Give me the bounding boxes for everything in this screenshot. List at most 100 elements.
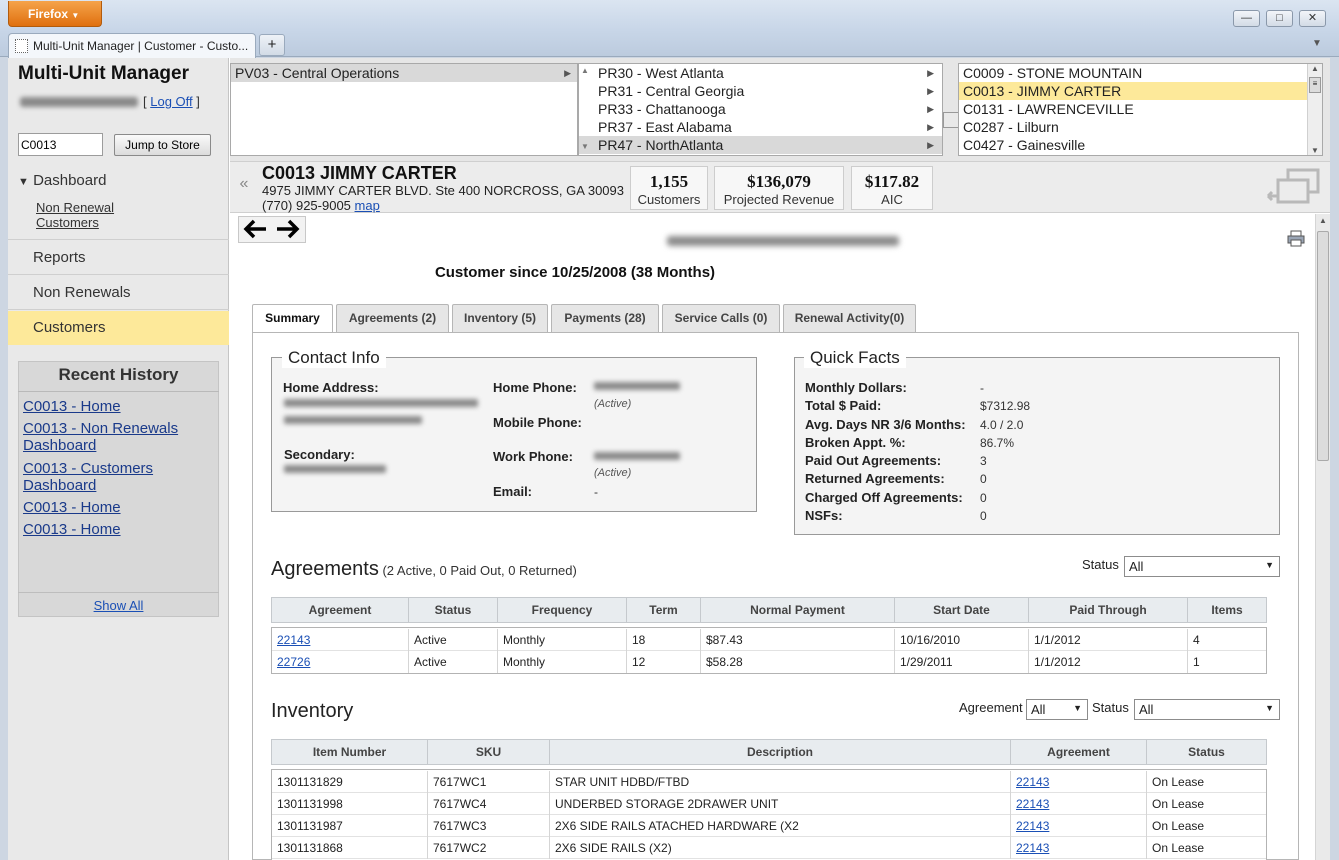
tab-renewal-activity[interactable]: Renewal Activity(0) [783,304,916,332]
nav-customers[interactable]: Customers [8,311,229,345]
maximize-button[interactable]: □ [1266,10,1293,27]
scrollbar-thumb[interactable] [943,112,959,128]
scroll-up-icon[interactable]: ▲ [1308,64,1322,73]
tab-summary[interactable]: Summary [252,304,333,334]
history-link[interactable]: C0013 - Non Renewals Dashboard [23,420,193,454]
district-list[interactable]: PR30 - West Atlanta ▶ PR31 - Central Geor… [578,63,943,156]
district-item[interactable]: PR31 - Central Georgia ▶ [579,82,942,100]
nav-sub-non-renewal-customers[interactable]: Non Renewal Customers [36,200,114,230]
agreement-cell[interactable]: 22726 [272,651,409,673]
fact-value: 4.0 / 2.0 [980,418,1024,432]
fact-value: $7312.98 [980,399,1031,413]
agreements-table-header: Agreement Status Frequency Term Normal P… [271,597,1267,623]
scrollbar-thumb[interactable]: ≡ [1309,77,1321,93]
agreement-cell[interactable]: 22143 [1011,815,1147,837]
fact-label: Paid Out Agreements: [805,453,942,468]
scrollbar-thumb[interactable] [1317,231,1329,461]
district-item[interactable]: PR47 - NorthAtlanta ▶ [579,136,942,154]
inventory-status-select[interactable]: All ▼ [1134,699,1280,720]
store-switch-icon[interactable] [1266,166,1322,210]
mobile-phone-label: Mobile Phone: [493,415,582,430]
tab-payments[interactable]: Payments (28) [551,304,659,332]
history-link[interactable]: C0013 - Home [23,521,213,538]
show-all-link[interactable]: Show All [94,598,144,613]
customer-since: Customer since 10/25/2008 (38 Months) [434,264,716,281]
fact-label: Charged Off Agreements: [805,490,963,505]
district-item[interactable]: PR30 - West Atlanta ▶ [579,64,942,82]
table-cell: Monthly [498,651,627,673]
column-header[interactable]: Item Number [272,740,428,764]
store-item[interactable]: C0427 - Gainesville [959,136,1322,154]
stat-projected-revenue: $136,079 Projected Revenue [714,166,844,210]
history-link[interactable]: C0013 - Home [23,398,213,415]
agreement-cell[interactable]: 22143 [1011,793,1147,815]
home-phone-redacted [594,382,680,390]
home-address-label: Home Address: [283,380,379,395]
column-header[interactable]: SKU [428,740,550,764]
map-link[interactable]: map [355,198,380,213]
column-header[interactable]: Status [409,598,498,622]
tab-inventory[interactable]: Inventory (5) [452,304,548,332]
column-header[interactable]: Start Date [895,598,1029,622]
nav-reports[interactable]: Reports [8,241,229,275]
jump-to-store-button[interactable]: Jump to Store [114,134,211,156]
column-header[interactable]: Frequency [498,598,627,622]
nav-dashboard[interactable]: ▼ Dashboard [18,172,106,189]
tab-service-calls[interactable]: Service Calls (0) [662,304,780,332]
scroll-down-icon[interactable]: ▼ [1308,146,1322,155]
region-item[interactable]: PV03 - Central Operations ▶ [231,64,577,82]
secondary-redacted [284,465,386,473]
inventory-agreement-select[interactable]: All ▼ [1026,699,1088,720]
browser-tab[interactable]: Multi-Unit Manager | Customer - Custo... [8,33,256,58]
store-item[interactable]: C0009 - STONE MOUNTAIN [959,64,1322,82]
collapse-sidebar-icon[interactable]: « [234,166,254,206]
table-cell: $87.43 [701,629,895,651]
content-scrollbar[interactable]: ▲ [1315,214,1330,860]
scroll-up-icon[interactable]: ▲ [581,66,589,75]
agreement-cell[interactable]: 22143 [1011,837,1147,859]
nav-non-renewals[interactable]: Non Renewals [8,276,229,310]
region-list[interactable]: PV03 - Central Operations ▶ [230,63,578,156]
recent-history-title: Recent History [58,365,179,384]
back-arrow-icon[interactable] [242,218,268,242]
district-item[interactable]: PR33 - Chattanooga ▶ [579,100,942,118]
store-item[interactable]: C0013 - JIMMY CARTER [959,82,1322,100]
store-item[interactable]: C0287 - Lilburn [959,118,1322,136]
forward-arrow-icon[interactable] [275,218,301,242]
store-item[interactable]: C0131 - LAWRENCEVILLE [959,100,1322,118]
store-number-input[interactable] [18,133,103,156]
inventory-table-header: Item Number SKU Description Agreement St… [271,739,1267,765]
scroll-down-icon[interactable]: ▼ [581,142,589,151]
table-cell: On Lease [1152,775,1205,789]
history-link[interactable]: C0013 - Home [23,499,213,516]
customer-name-redacted [667,236,899,246]
logoff-link[interactable]: Log Off [150,94,192,109]
district-item[interactable]: PR37 - East Alabama ▶ [579,118,942,136]
minimize-button[interactable]: — [1233,10,1260,27]
firefox-menu-button[interactable]: Firefox ▼ [8,1,102,27]
close-window-button[interactable]: ✕ [1299,10,1326,27]
agreements-status-select[interactable]: All ▼ [1124,556,1280,577]
column-header[interactable]: Paid Through [1029,598,1188,622]
column-header[interactable]: Agreement [272,598,409,622]
column-header[interactable]: Normal Payment [701,598,895,622]
chevron-down-icon[interactable]: ▼ [1312,38,1322,49]
store-list-scrollbar[interactable]: ▲ ≡ ▼ [1307,64,1322,155]
new-tab-button[interactable]: + [259,34,285,56]
tab-bar: Multi-Unit Manager | Customer - Custo...… [0,30,1339,58]
chevron-right-icon: ▶ [927,68,934,78]
column-header[interactable]: Description [550,740,1011,764]
column-header[interactable]: Agreement [1011,740,1147,764]
agreement-cell[interactable]: 22143 [272,629,409,651]
print-icon[interactable] [1287,230,1305,247]
column-header[interactable]: Term [627,598,701,622]
column-header[interactable]: Status [1147,740,1266,764]
agreement-cell[interactable]: 22143 [1011,771,1147,793]
tab-agreements[interactable]: Agreements (2) [336,304,449,332]
chevron-right-icon: ▶ [927,104,934,114]
column-header[interactable]: Items [1188,598,1266,622]
inventory-status-label: Status [1092,700,1129,715]
store-list[interactable]: C0009 - STONE MOUNTAIN C0013 - JIMMY CAR… [958,63,1323,156]
scroll-up-icon[interactable]: ▲ [1316,216,1330,225]
history-link[interactable]: C0013 - Customers Dashboard [23,460,173,494]
